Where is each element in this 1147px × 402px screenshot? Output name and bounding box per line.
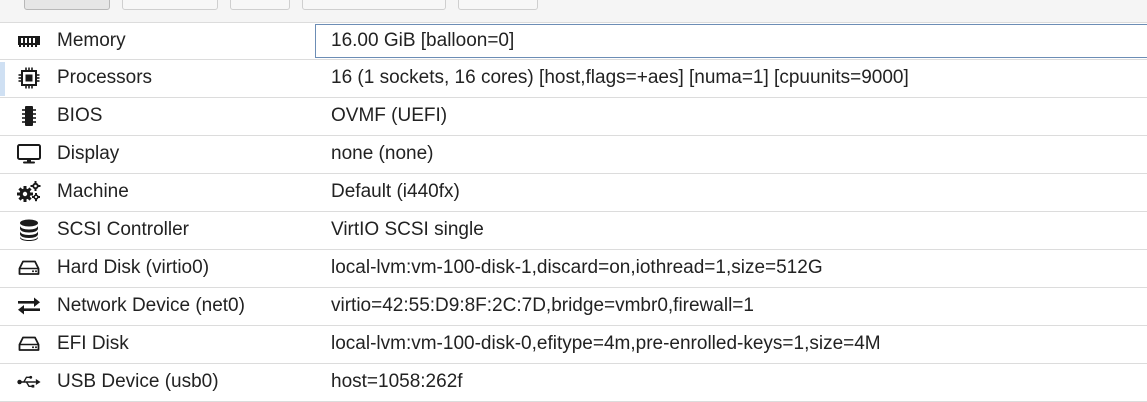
hardware-name: Network Device (net0) xyxy=(57,295,245,316)
hardware-value: none (none) xyxy=(331,143,434,164)
hardware-row-hard-disk[interactable]: Hard Disk (virtio0) local-lvm:vm-100-dis… xyxy=(0,250,1147,288)
exchange-icon xyxy=(17,296,41,316)
hardware-toolbar xyxy=(0,0,1147,22)
row-selection-marker xyxy=(0,62,5,96)
hardware-value: VirtIO SCSI single xyxy=(331,219,484,240)
hardware-value: 16.00 GiB [balloon=0] xyxy=(331,30,515,51)
hardware-value: virtio=42:55:D9:8F:2C:7D,bridge=vmbr0,fi… xyxy=(331,295,754,316)
toolbar-button-disk-action[interactable] xyxy=(302,0,446,10)
hardware-value: local-lvm:vm-100-disk-0,efitype=4m,pre-e… xyxy=(331,333,881,354)
cogs-icon xyxy=(17,181,41,202)
hardware-name: Hard Disk (virtio0) xyxy=(57,257,210,278)
hardware-row-memory[interactable]: Memory 16.00 GiB [balloon=0] xyxy=(0,22,1147,60)
memory-icon xyxy=(17,31,41,51)
toolbar-button-edit[interactable] xyxy=(230,0,290,10)
hardware-value: Default (i440fx) xyxy=(331,181,460,202)
hardware-name: SCSI Controller xyxy=(57,219,189,240)
processor-icon xyxy=(17,67,41,89)
hardware-row-usb-device[interactable]: USB Device (usb0) host=1058:262f xyxy=(0,364,1147,402)
monitor-icon xyxy=(17,144,41,164)
hardware-value: host=1058:262f xyxy=(331,371,463,392)
hardware-name: EFI Disk xyxy=(57,333,129,354)
hardware-name: Machine xyxy=(57,181,129,202)
hardware-row-bios[interactable]: BIOS OVMF (UEFI) xyxy=(0,98,1147,136)
database-icon xyxy=(17,219,41,241)
usb-icon xyxy=(17,372,41,392)
hardware-row-display[interactable]: Display none (none) xyxy=(0,136,1147,174)
hardware-name: Processors xyxy=(57,67,153,88)
hardware-grid: Memory 16.00 GiB [balloon=0] Processors … xyxy=(0,22,1147,402)
hardware-value: OVMF (UEFI) xyxy=(331,105,448,126)
toolbar-button-add[interactable] xyxy=(24,0,110,10)
hardware-row-network-device[interactable]: Network Device (net0) virtio=42:55:D9:8F… xyxy=(0,288,1147,326)
hardware-name: USB Device (usb0) xyxy=(57,371,219,392)
toolbar-button-remove[interactable] xyxy=(122,0,218,10)
hdd-icon xyxy=(17,334,41,354)
hardware-name: BIOS xyxy=(57,105,103,126)
hardware-row-efi-disk[interactable]: EFI Disk local-lvm:vm-100-disk-0,efitype… xyxy=(0,326,1147,364)
hardware-row-scsi-controller[interactable]: SCSI Controller VirtIO SCSI single xyxy=(0,212,1147,250)
hardware-name: Memory xyxy=(57,30,126,51)
chip-icon xyxy=(17,106,41,126)
hdd-icon xyxy=(17,258,41,278)
hardware-value: 16 (1 sockets, 16 cores) [host,flags=+ae… xyxy=(331,67,909,88)
toolbar-button-revert[interactable] xyxy=(458,0,538,10)
hardware-name: Display xyxy=(57,143,120,164)
hardware-row-processors[interactable]: Processors 16 (1 sockets, 16 cores) [hos… xyxy=(0,60,1147,98)
hardware-row-machine[interactable]: Machine Default (i440fx) xyxy=(0,174,1147,212)
hardware-value: local-lvm:vm-100-disk-1,discard=on,iothr… xyxy=(331,257,823,278)
